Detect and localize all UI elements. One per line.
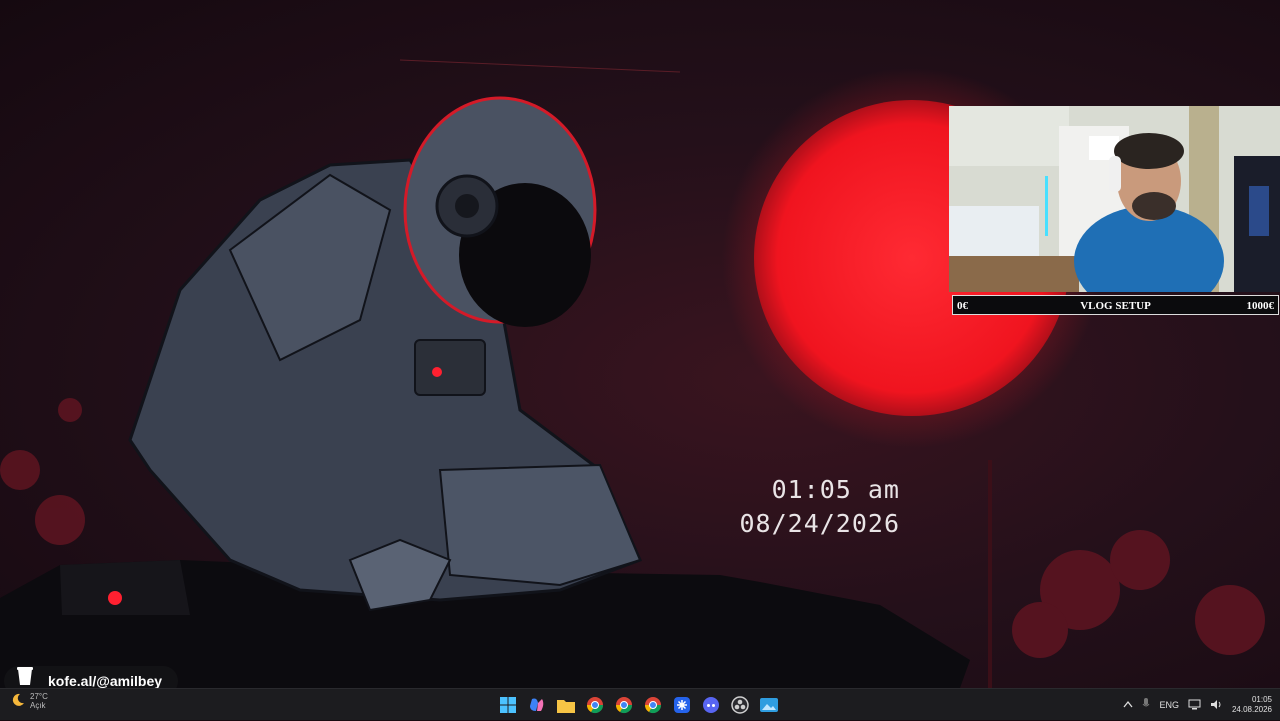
moon-icon [10,692,26,710]
taskbar-date: 24.08.2026 [1231,705,1272,714]
widget-time: 01:05 am [771,475,900,504]
taskbar-time: 01:05 [1251,695,1272,704]
wallpaper-astronaut [0,59,1265,688]
desktop-clock-widget: 01:05 am 08/24/2026 [700,474,900,542]
donation-text: kofe.al/@amilbey [48,673,163,688]
volume-icon[interactable] [1210,699,1223,712]
weather-condition: Açık [30,701,46,710]
webcam-overlay [949,106,1280,292]
donation-banner: kofe.al/@amilbey [4,666,179,688]
discord-icon[interactable] [699,693,723,717]
weather-temp: 27°C [30,692,48,701]
goal-title: VLOG SETUP [1080,300,1151,312]
microphone-icon[interactable] [1142,698,1150,712]
chevron-up-icon[interactable] [1123,700,1133,710]
file-explorer-icon[interactable] [554,693,578,717]
taskbar-apps [496,693,781,717]
stream-goal-bar: 0€ VLOG SETUP 1000€ [952,295,1279,315]
start-icon[interactable] [496,693,520,717]
cup-icon [16,666,34,688]
chrome-icon[interactable] [583,693,607,717]
chrome-profile-icon[interactable] [612,693,636,717]
widget-date: 08/24/2026 [739,509,900,538]
system-tray: ENG 01:05 24.08.2026 [1123,689,1272,721]
photos-icon[interactable] [757,693,781,717]
star-app-icon[interactable] [670,693,694,717]
desktop: 01:05 am 08/24/2026 0€ VLOG SETUP 1000€ [0,0,1280,688]
taskbar-clock[interactable]: 01:05 24.08.2026 [1232,695,1272,715]
chrome-alt-icon[interactable] [641,693,665,717]
obs-icon[interactable] [728,693,752,717]
language-indicator[interactable]: ENG [1159,700,1179,710]
network-icon[interactable] [1188,699,1201,712]
copilot-icon[interactable] [525,693,549,717]
goal-max-label: 1000€ [1246,300,1275,312]
taskbar: 27°C Açık ENG 01:05 24.08.2026 [0,688,1280,720]
weather-widget[interactable]: 27°C Açık [10,692,48,710]
